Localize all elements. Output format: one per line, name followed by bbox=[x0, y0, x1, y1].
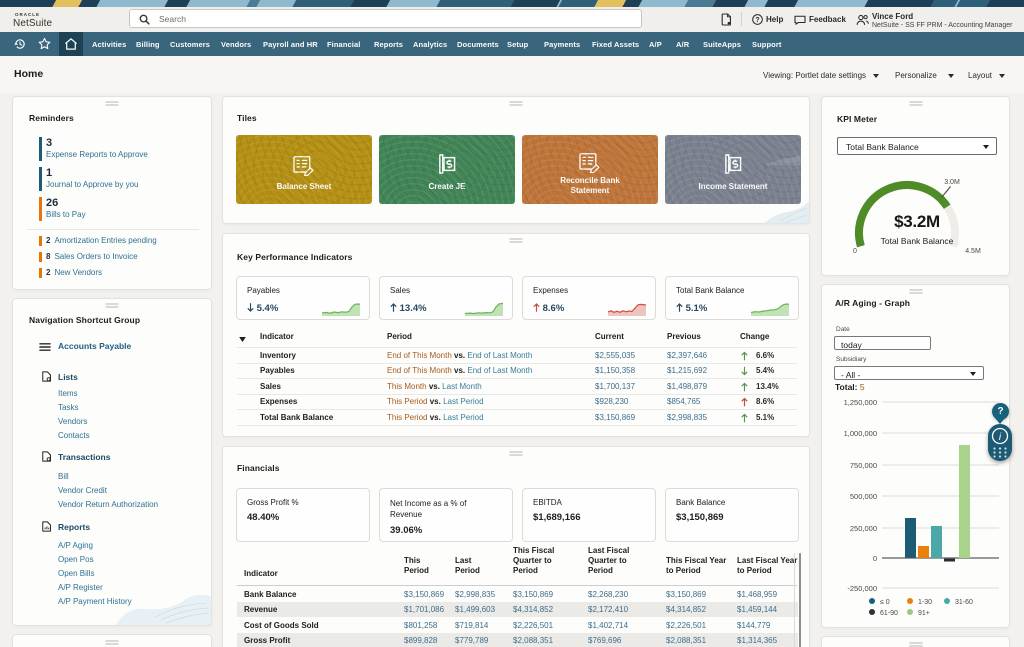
svg-text:500,000: 500,000 bbox=[850, 492, 877, 501]
svg-text:?: ? bbox=[755, 15, 759, 24]
svg-text:$3.2M: $3.2M bbox=[894, 212, 940, 231]
svg-text:Total Bank Balance: Total Bank Balance bbox=[881, 236, 954, 246]
svg-text:0: 0 bbox=[873, 554, 877, 563]
svg-text:1,000,000: 1,000,000 bbox=[844, 429, 877, 438]
svg-text:91+: 91+ bbox=[918, 610, 930, 617]
svg-text:-250,000: -250,000 bbox=[847, 584, 877, 593]
svg-text:≤ 0: ≤ 0 bbox=[880, 599, 890, 606]
svg-text:61-90: 61-90 bbox=[880, 610, 898, 617]
svg-text:250,000: 250,000 bbox=[850, 524, 877, 533]
svg-text:0: 0 bbox=[853, 248, 857, 255]
svg-text:31-60: 31-60 bbox=[955, 599, 973, 606]
svg-text:750,000: 750,000 bbox=[850, 461, 877, 470]
svg-text:3.0M: 3.0M bbox=[944, 179, 960, 186]
svg-text:1-30: 1-30 bbox=[918, 599, 932, 606]
svg-text:i: i bbox=[999, 432, 1002, 443]
svg-text:1,250,000: 1,250,000 bbox=[844, 398, 877, 407]
svg-text:4.5M: 4.5M bbox=[965, 248, 981, 255]
